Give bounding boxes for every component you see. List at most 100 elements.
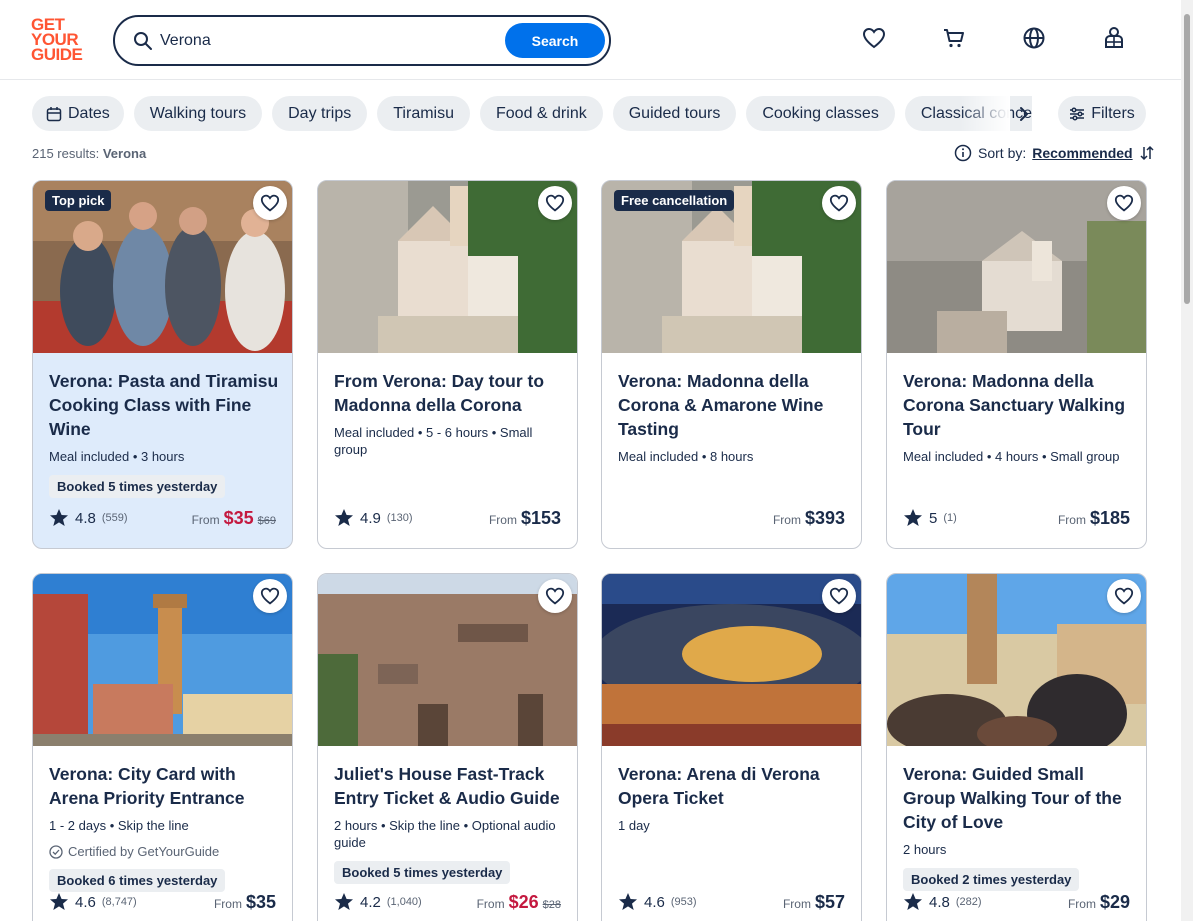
price-amount: $35 [245,891,276,912]
card-meta: Meal included • 8 hours [618,449,754,464]
card-body: Verona: Arena di Verona Opera Ticket 1 d… [618,762,848,834]
price: From $35 [214,892,276,913]
sort-value[interactable]: Recommended [1032,145,1132,161]
review-count: (1,040) [386,896,422,908]
activity-card[interactable]: Top pick Verona: Pasta and Tiramisu Cook… [32,180,293,549]
price-amount: $185 [1089,507,1130,528]
logo[interactable]: GET YOUR GUIDE [31,16,91,64]
sort-control[interactable]: Sort by: Recommended [954,144,1155,162]
rating: 4.9 (130) [334,508,413,528]
card-body: From Verona: Day tour to Madonna della C… [334,369,564,458]
booked-badge: Booked 5 times yesterday [49,475,226,498]
globe-icon[interactable] [1021,25,1047,51]
rating-value: 4.8 [929,893,950,911]
activity-card[interactable]: From Verona: Day tour to Madonna della C… [317,180,578,549]
card-footer: 4.6 (8,747) From $35 [49,890,276,914]
chip-tiramisu[interactable]: Tiramisu [377,96,470,131]
card-title[interactable]: Verona: Madonna della Corona & Amarone W… [618,369,848,441]
chip-label: Dates [68,104,110,122]
card-footer: 4.6 (953) From $57 [618,890,845,914]
heart-icon[interactable] [861,25,887,51]
activity-card[interactable]: Juliet's House Fast-Track Entry Ticket &… [317,573,578,921]
price-from: From [488,512,517,527]
results-count-text: 215 results: [32,146,100,161]
chip-day-trips[interactable]: Day trips [272,96,368,131]
card-title[interactable]: Verona: Madonna della Corona Sanctuary W… [903,369,1133,441]
wishlist-heart-icon[interactable] [538,579,572,613]
chip-food-drink[interactable]: Food & drink [480,96,603,131]
card-title[interactable]: Verona: Pasta and Tiramisu Cooking Class… [49,369,279,441]
review-count: (130) [386,512,413,524]
rating: 4.6 (953) [618,892,697,912]
price-from: From [476,896,505,911]
card-footer: 4.8 (282) From $29 [903,890,1130,914]
card-body: Verona: City Card with Arena Priority En… [49,762,279,892]
rating-value: 4.6 [75,893,96,911]
rating-value: 4.6 [644,893,665,911]
price-amount: $153 [520,507,561,528]
card-meta: 2 hours • Skip the line • Optional audio… [334,818,556,850]
cart-icon[interactable] [941,25,967,51]
rating: 4.8 (282) [903,892,982,912]
review-count: (953) [670,896,697,908]
price-from: From [782,896,811,911]
results-count: 215 results: Verona [32,146,146,161]
filters-button[interactable]: Filters [1058,96,1146,131]
activity-card[interactable]: Verona: Guided Small Group Walking Tour … [886,573,1147,921]
price: From $29 [1068,892,1130,913]
review-count: (1) [943,512,957,524]
search-button[interactable]: Search [505,23,605,58]
price-from: From [191,512,220,527]
wishlist-heart-icon[interactable] [1107,186,1141,220]
rating-value: 4.9 [360,509,381,527]
activity-card[interactable]: Free cancellation Verona: Madonna della … [601,180,862,549]
rating-value: 5 [929,509,938,527]
activity-card[interactable]: Verona: Madonna della Corona Sanctuary W… [886,180,1147,549]
activity-card[interactable]: Verona: City Card with Arena Priority En… [32,573,293,921]
search-input[interactable] [160,27,500,55]
calendar-icon [46,106,62,121]
card-title[interactable]: Verona: City Card with Arena Priority En… [49,762,279,810]
card-title[interactable]: From Verona: Day tour to Madonna della C… [334,369,564,417]
chip-dates[interactable]: Dates [32,96,124,131]
card-footer: 4.2 (1,040) From $26 $28 [334,890,561,914]
price-amount: $26 [508,891,539,912]
booked-badge: Booked 6 times yesterday [49,869,226,892]
price: From $57 [783,892,845,913]
wishlist-heart-icon[interactable] [822,579,856,613]
rating-value: 4.2 [360,893,381,911]
chip-walking-tours[interactable]: Walking tours [133,96,263,131]
wishlist-heart-icon[interactable] [1107,579,1141,613]
wishlist-heart-icon[interactable] [253,579,287,613]
wishlist-heart-icon[interactable] [253,186,287,220]
chip-cooking-classes[interactable]: Cooking classes [746,96,895,131]
scrollbar-thumb[interactable] [1184,14,1190,304]
certified-text: Certified by GetYourGuide [68,844,220,859]
info-icon[interactable] [954,144,972,162]
free-cancellation-badge: Free cancellation [614,190,735,211]
card-title[interactable]: Juliet's House Fast-Track Entry Ticket &… [334,762,564,810]
wishlist-heart-icon[interactable] [822,186,856,220]
sort-label: Sort by: [978,145,1027,161]
review-count: (559) [101,512,128,524]
logo-line-3: GUIDE [31,45,83,64]
star-icon [334,508,354,528]
card-meta: 1 - 2 days • Skip the line [49,818,189,833]
price: From $26 $28 [477,892,561,913]
card-body: Verona: Pasta and Tiramisu Cooking Class… [49,369,279,498]
header: GET YOUR GUIDE Search [0,0,1193,80]
chip-guided-tours[interactable]: Guided tours [612,96,737,131]
card-meta: Meal included • 4 hours • Small group [903,449,1120,464]
star-icon [334,892,354,912]
card-footer: 4.9 (130) From $153 [334,506,561,530]
price: From $185 [1058,508,1130,529]
profile-icon[interactable] [1101,25,1127,51]
card-title[interactable]: Verona: Guided Small Group Walking Tour … [903,762,1133,834]
booked-badge: Booked 5 times yesterday [334,861,511,884]
wishlist-heart-icon[interactable] [538,186,572,220]
chevron-right-icon[interactable] [1010,100,1038,128]
star-icon [903,508,923,528]
vertical-scrollbar[interactable] [1181,0,1193,921]
activity-card[interactable]: Verona: Arena di Verona Opera Ticket 1 d… [601,573,862,921]
card-title[interactable]: Verona: Arena di Verona Opera Ticket [618,762,848,810]
